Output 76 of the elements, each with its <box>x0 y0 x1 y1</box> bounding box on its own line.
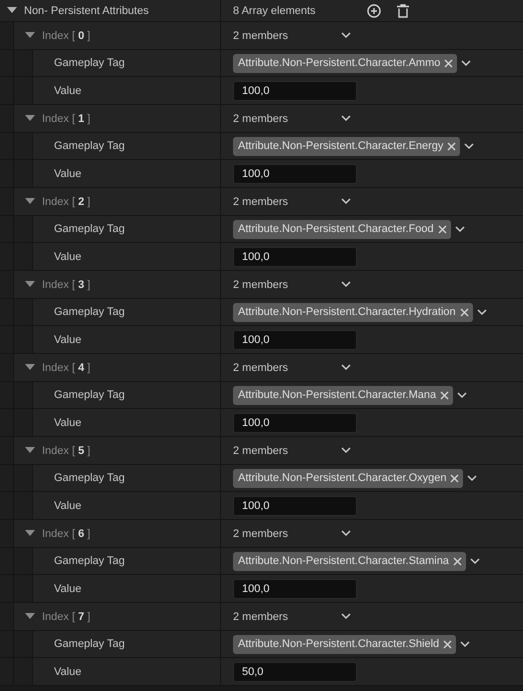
chevron-down-icon[interactable] <box>341 281 351 288</box>
value-field[interactable]: 100,0 <box>233 80 357 100</box>
property-name: Value <box>54 416 82 428</box>
property-name: Gameplay Tag <box>54 306 125 318</box>
index-label: Index [ 4 ] <box>42 362 90 374</box>
gameplay-tag-chip[interactable]: Attribute.Non-Persistent.Character.Hydration <box>233 302 473 322</box>
property-name: Value <box>54 84 82 96</box>
close-icon[interactable] <box>452 556 462 566</box>
index-label: Index [ 6 ] <box>42 528 90 540</box>
chevron-down-icon[interactable] <box>470 558 480 564</box>
property-name: Gameplay Tag <box>54 223 125 235</box>
close-icon[interactable] <box>438 224 447 234</box>
gameplay-tag-chip[interactable]: Attribute.Non-Persistent.Character.Ammo <box>233 54 458 72</box>
property-name: Gameplay Tag <box>54 638 125 650</box>
chevron-down-icon[interactable] <box>341 364 351 371</box>
value-field[interactable]: 50,0 <box>233 662 357 682</box>
property-name: Value <box>54 334 82 346</box>
property-name: Gameplay Tag <box>54 57 125 69</box>
chevron-down-icon[interactable] <box>341 447 351 454</box>
add-icon[interactable] <box>367 4 381 18</box>
property-name: Value <box>54 168 82 180</box>
value-field[interactable]: 100,0 <box>233 496 357 516</box>
chevron-down-icon[interactable] <box>457 392 468 398</box>
close-icon[interactable] <box>450 474 460 482</box>
chevron-down-icon[interactable] <box>341 613 351 620</box>
close-icon[interactable] <box>440 390 450 400</box>
members-count: 2 members <box>233 528 290 540</box>
value-field[interactable]: 100,0 <box>233 246 357 266</box>
chevron-down-icon[interactable] <box>341 115 351 122</box>
members-count: 2 members <box>233 444 290 456</box>
members-count: 2 members <box>233 112 290 124</box>
chevron-down-icon[interactable] <box>341 32 351 39</box>
property-name: Gameplay Tag <box>54 140 125 152</box>
value-field[interactable]: 100,0 <box>233 164 357 184</box>
property-name: Value <box>54 500 82 512</box>
chevron-down-icon[interactable] <box>454 226 465 232</box>
gameplay-tag-chip[interactable]: Attribute.Non-Persistent.Character.Food <box>233 220 451 238</box>
gameplay-tag-chip[interactable]: Attribute.Non-Persistent.Character.Shield <box>233 634 456 654</box>
index-label: Index [ 5 ] <box>42 444 90 456</box>
index-label: Index [ 3 ] <box>42 278 90 290</box>
trash-icon[interactable] <box>397 4 409 18</box>
members-count: 2 members <box>233 610 290 622</box>
gameplay-tag-chip[interactable]: Attribute.Non-Persistent.Character.Mana <box>233 386 454 404</box>
value-field[interactable]: 100,0 <box>233 578 357 598</box>
chevron-down-icon[interactable] <box>341 530 351 537</box>
index-label: Index [ 0 ] <box>42 30 90 42</box>
property-name: Value <box>54 250 82 262</box>
value-field[interactable]: 100,0 <box>233 330 357 350</box>
gameplay-tag-chip[interactable]: Attribute.Non-Persistent.Character.Oxygen <box>233 468 464 488</box>
close-icon[interactable] <box>447 142 456 150</box>
property-name: Gameplay Tag <box>54 555 125 567</box>
gameplay-tag-chip[interactable]: Attribute.Non-Persistent.Character.Energy <box>233 136 460 156</box>
index-label: Index [ 7 ] <box>42 610 90 622</box>
chevron-down-icon[interactable] <box>461 60 472 66</box>
property-name: Value <box>54 666 82 678</box>
members-count: 2 members <box>233 196 290 208</box>
members-count: 2 members <box>233 278 290 290</box>
property-name: Gameplay Tag <box>54 389 125 401</box>
value-field[interactable]: 100,0 <box>233 412 357 432</box>
property-name: Non- Persistent Attributes <box>24 4 149 16</box>
members-count: 2 members <box>233 362 290 374</box>
chevron-down-icon[interactable] <box>476 308 487 316</box>
property-name: Gameplay Tag <box>54 472 125 484</box>
chevron-down-icon[interactable] <box>467 474 478 482</box>
members-count: 2 members <box>233 30 290 42</box>
array-count: 8 Array elements <box>233 4 317 16</box>
index-label: Index [ 2 ] <box>42 196 90 208</box>
chevron-down-icon[interactable] <box>460 640 470 648</box>
property-name: Value <box>54 582 82 594</box>
close-icon[interactable] <box>460 308 469 316</box>
close-icon[interactable] <box>443 640 452 648</box>
chevron-down-icon[interactable] <box>464 142 474 150</box>
close-icon[interactable] <box>444 58 454 68</box>
chevron-down-icon[interactable] <box>341 198 351 205</box>
index-label: Index [ 1 ] <box>42 112 90 124</box>
gameplay-tag-chip[interactable]: Attribute.Non-Persistent.Character.Stamina <box>233 552 466 570</box>
